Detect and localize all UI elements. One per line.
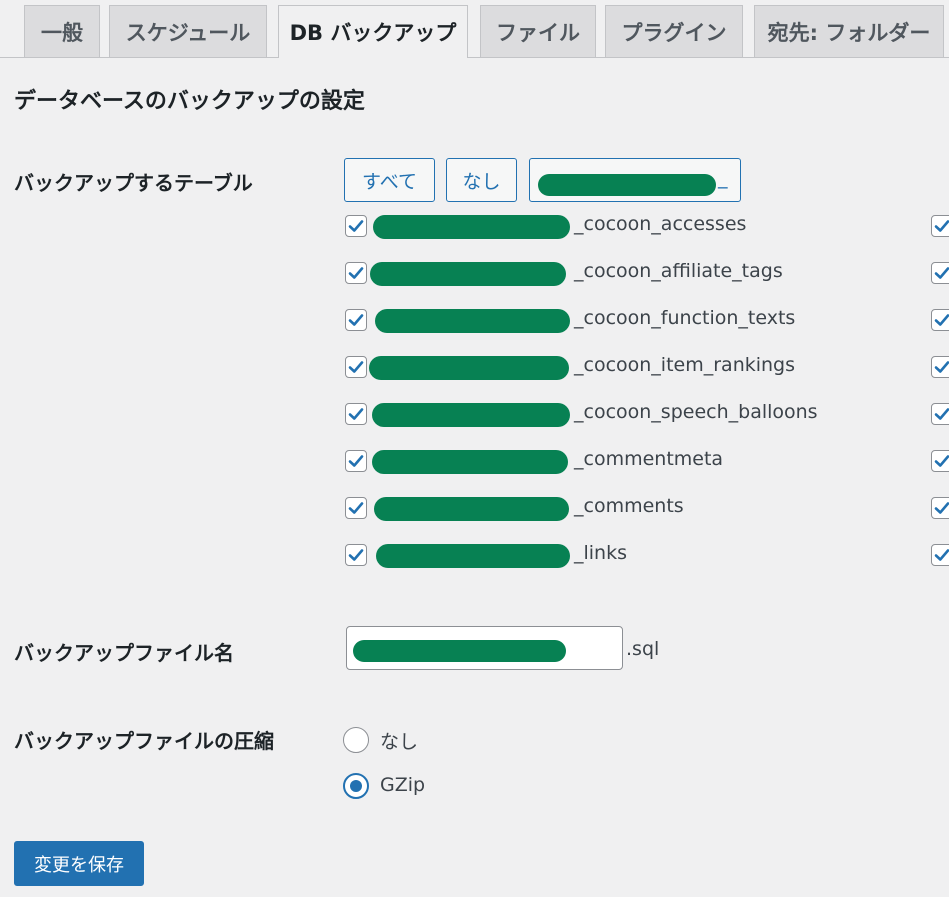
tabs-divider [0, 57, 949, 58]
select-all-button[interactable]: すべて [344, 158, 435, 202]
page-title: データベースのバックアップの設定 [14, 89, 365, 114]
redaction-mark [538, 174, 716, 196]
table-name: _cocoon_function_texts [574, 307, 796, 329]
table-name: _links [574, 542, 628, 564]
compression-gzip-label: GZip [380, 774, 426, 796]
compression-gzip-radio[interactable] [343, 773, 369, 799]
table-row: _cocoon_item_rankings [343, 353, 863, 383]
table-checkbox[interactable] [345, 497, 367, 519]
table-row: _links [343, 541, 863, 571]
checkmark-icon [934, 220, 949, 232]
table-checkbox[interactable] [345, 215, 367, 237]
table-name: _comments [574, 495, 684, 517]
checkmark-icon [348, 361, 364, 373]
filename-input[interactable] [346, 626, 623, 670]
redaction-mark [372, 403, 570, 427]
table-checkbox[interactable] [931, 544, 949, 566]
compression-none-label: なし [380, 731, 419, 753]
table-checkbox[interactable] [345, 544, 367, 566]
table-checkbox[interactable] [931, 309, 949, 331]
table-checkbox[interactable] [345, 262, 367, 284]
checkmark-icon [348, 220, 364, 232]
table-checkbox[interactable] [931, 450, 949, 472]
table-checkbox[interactable] [931, 403, 949, 425]
tab-schedule[interactable]: スケジュール [109, 5, 267, 57]
redaction-mark [369, 356, 569, 380]
table-row: _cocoon_function_texts [343, 306, 863, 336]
redaction-mark [370, 262, 566, 286]
table-checkbox[interactable] [931, 215, 949, 237]
table-checkbox[interactable] [931, 356, 949, 378]
table-row: _cocoon_speech_balloons [343, 400, 863, 430]
save-changes-button[interactable]: 変更を保存 [14, 841, 144, 886]
settings-tabs: 一般 スケジュール DB バックアップ ファイル プラグイン 宛先: フォルダー [0, 0, 949, 58]
filename-suffix: .sql [626, 638, 660, 660]
table-name: _cocoon_affiliate_tags [574, 260, 783, 282]
checkmark-icon [934, 502, 949, 514]
redaction-mark [373, 215, 570, 239]
redaction-mark [376, 544, 570, 568]
filename-label: バックアップファイル名 [14, 641, 234, 665]
tab-db-backup[interactable]: DB バックアップ [278, 5, 468, 58]
tab-destination-folder[interactable]: 宛先: フォルダー [754, 5, 944, 57]
redaction-mark [374, 497, 569, 521]
table-checkbox[interactable] [345, 450, 367, 472]
prefix-suffix-text: _ [718, 167, 728, 189]
redaction-mark [353, 640, 566, 662]
tables-label: バックアップするテーブル [14, 171, 253, 195]
table-row: _cocoon_accesses [343, 212, 863, 242]
tab-general[interactable]: 一般 [24, 5, 100, 57]
table-row: _comments [343, 494, 863, 524]
checkmark-icon [934, 455, 949, 467]
checkmark-icon [348, 455, 364, 467]
table-name: _cocoon_speech_balloons [574, 401, 818, 423]
checkmark-icon [934, 314, 949, 326]
checkmark-icon [934, 361, 949, 373]
checkmark-icon [348, 314, 364, 326]
checkmark-icon [348, 549, 364, 561]
table-row: _commentmeta [343, 447, 863, 477]
table-checkbox[interactable] [345, 403, 367, 425]
checkmark-icon [934, 267, 949, 279]
redaction-mark [372, 450, 568, 474]
table-name: _commentmeta [574, 448, 724, 470]
table-checkbox[interactable] [931, 262, 949, 284]
redaction-mark [375, 309, 570, 333]
checkmark-icon [348, 408, 364, 420]
compression-none-radio[interactable] [343, 727, 369, 753]
table-checkbox[interactable] [345, 356, 367, 378]
compression-label: バックアップファイルの圧縮 [14, 729, 274, 753]
table-checkbox[interactable] [345, 309, 367, 331]
checkmark-icon [934, 549, 949, 561]
table-row: _cocoon_affiliate_tags [343, 259, 863, 289]
checkmark-icon [348, 267, 364, 279]
prefix-select-button[interactable]: _ [529, 158, 741, 202]
table-name: _cocoon_accesses [574, 213, 747, 235]
checkmark-icon [934, 408, 949, 420]
checkmark-icon [348, 502, 364, 514]
select-none-button[interactable]: なし [446, 158, 517, 202]
tab-plugins[interactable]: プラグイン [605, 5, 743, 57]
tab-files[interactable]: ファイル [480, 5, 596, 57]
table-name: _cocoon_item_rankings [574, 354, 796, 376]
table-checkbox[interactable] [931, 497, 949, 519]
